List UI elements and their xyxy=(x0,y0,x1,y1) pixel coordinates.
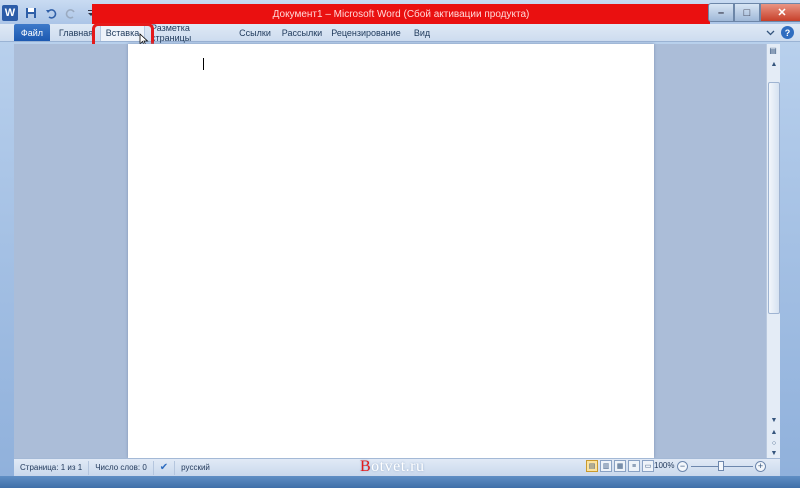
scroll-down-icon[interactable]: ▼ xyxy=(768,414,780,426)
tab-file[interactable]: Файл xyxy=(14,24,50,41)
tab-view[interactable]: Вид xyxy=(410,24,434,41)
outline-view-icon[interactable]: ≡ xyxy=(628,460,640,472)
print-layout-icon[interactable]: ▤ xyxy=(586,460,598,472)
minimize-button[interactable]: – xyxy=(708,3,734,22)
desktop-taskbar-edge xyxy=(0,476,800,488)
zoom-level[interactable]: 100% xyxy=(654,461,674,470)
ribbon-expand-icon[interactable] xyxy=(766,28,775,37)
document-page[interactable] xyxy=(128,44,654,458)
help-icon[interactable]: ? xyxy=(781,26,794,39)
zoom-out-button[interactable]: − xyxy=(677,461,688,472)
redo-icon[interactable] xyxy=(63,6,78,21)
tab-page-layout[interactable]: Разметка страницы xyxy=(151,23,227,43)
maximize-button[interactable]: □ xyxy=(734,3,760,22)
ruler-toggle-icon[interactable]: ▤ xyxy=(767,45,779,55)
watermark-rest: otvet.ru xyxy=(371,458,425,475)
save-icon[interactable] xyxy=(23,6,38,21)
zoom-slider-thumb[interactable] xyxy=(718,461,724,471)
word-count[interactable]: Число слов: 0 xyxy=(89,460,154,475)
word-app-icon[interactable]: W xyxy=(2,5,18,21)
proofing-icon[interactable]: ✔ xyxy=(154,460,176,475)
page-count[interactable]: Страница: 1 из 1 xyxy=(14,460,90,475)
tab-review[interactable]: Рецензирование xyxy=(331,24,401,41)
scrollbar-thumb[interactable] xyxy=(768,82,780,314)
undo-icon[interactable] xyxy=(43,6,58,21)
zoom-in-button[interactable]: + xyxy=(755,461,766,472)
scroll-up-icon[interactable]: ▲ xyxy=(768,58,780,70)
ribbon-right-controls: ? xyxy=(766,26,794,39)
watermark-first-letter: B xyxy=(360,458,372,475)
vertical-scrollbar[interactable]: ▲ ▼ ▲ ○ ▼ xyxy=(766,44,780,458)
watermark: Botvet.ru xyxy=(360,458,425,476)
language-indicator[interactable]: русский xyxy=(175,461,216,475)
document-workspace xyxy=(14,44,766,458)
window-title: Документ1 – Microsoft Word (Сбой активац… xyxy=(92,4,710,24)
tab-mailings[interactable]: Рассылки xyxy=(282,24,322,41)
web-layout-icon[interactable]: ▦ xyxy=(614,460,626,472)
draft-view-icon[interactable]: ▭ xyxy=(642,460,654,472)
tab-home[interactable]: Главная xyxy=(56,24,96,41)
word-window: W Документ1 – Microsoft Word (Сбой актив… xyxy=(0,0,800,488)
view-buttons: ▤ ▥ ▦ ≡ ▭ xyxy=(586,460,654,472)
full-screen-reading-icon[interactable]: ▥ xyxy=(600,460,612,472)
quick-access-toolbar: W xyxy=(2,4,98,22)
window-controls: – □ ✕ xyxy=(708,3,800,22)
text-cursor xyxy=(203,58,204,70)
close-button[interactable]: ✕ xyxy=(760,3,800,22)
tab-references[interactable]: Ссылки xyxy=(236,24,274,41)
